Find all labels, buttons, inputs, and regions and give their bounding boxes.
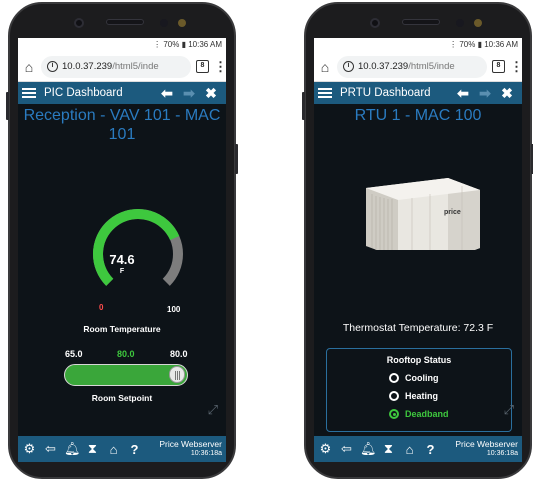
- earpiece-speaker: [402, 19, 440, 25]
- slider-handle[interactable]: [169, 366, 185, 383]
- gauge-value: 74.6: [109, 252, 135, 267]
- server-time: 10:36:18a: [486, 450, 518, 457]
- close-icon[interactable]: ✖: [496, 85, 518, 102]
- dashboard-content: Reception - VAV 101 - MAC 101 74.6 F 0 1…: [18, 104, 226, 420]
- radio-label: Heating: [405, 391, 439, 401]
- phone-left: ⋮ 70% ▮ 10:36 AM ⌂ i 10.0.37.239/html5/i…: [6, 2, 238, 479]
- phone-top-bezel: [306, 14, 530, 34]
- gear-icon[interactable]: ⚙: [318, 441, 333, 457]
- tabs-icon[interactable]: 8: [492, 60, 505, 73]
- gauge-unit: F: [119, 268, 125, 275]
- status-bar: ⋮ 70% ▮ 10:36 AM: [18, 38, 226, 52]
- radio-icon[interactable]: [389, 391, 399, 401]
- menu-icon[interactable]: ⋮: [510, 59, 522, 75]
- earpiece-speaker: [106, 19, 144, 25]
- bell-icon[interactable]: 🔔︎: [64, 441, 81, 457]
- rooftop-status-title: Rooftop Status: [386, 355, 452, 365]
- proximity-sensor: [160, 19, 168, 27]
- app-title: PIC Dashboard: [44, 87, 123, 99]
- logout-icon[interactable]: ⇦: [43, 441, 58, 457]
- setpoint-min-label: 65.0: [65, 349, 83, 359]
- setpoint-max-label: 80.0: [170, 349, 188, 359]
- bell-icon[interactable]: 🔔︎: [360, 441, 377, 457]
- logout-icon[interactable]: ⇦: [339, 441, 354, 457]
- page-title: RTU 1 - MAC 100: [354, 107, 482, 124]
- gauge-label: Room Temperature: [83, 324, 161, 334]
- temperature-gauge: [93, 209, 183, 286]
- expand-icon[interactable]: ⤢: [504, 402, 514, 418]
- home-icon[interactable]: ⌂: [106, 442, 121, 457]
- front-camera: [370, 18, 380, 28]
- front-camera: [74, 18, 84, 28]
- back-arrow-icon[interactable]: ⬅: [452, 85, 474, 102]
- url-field[interactable]: i 10.0.37.239/html5/inde: [41, 55, 191, 78]
- home-icon[interactable]: ⌂: [22, 59, 36, 75]
- help-icon[interactable]: ?: [127, 442, 142, 457]
- dashboard-content: RTU 1 - MAC 100 price Thermostat Tempera…: [314, 104, 522, 432]
- setpoint-current-label: 80.0: [117, 349, 135, 359]
- app-title: PRTU Dashboard: [340, 87, 431, 99]
- back-arrow-icon[interactable]: ⬅: [156, 85, 178, 102]
- hourglass-icon[interactable]: ⧗: [85, 441, 100, 457]
- server-name: Price Webserver: [159, 439, 222, 449]
- close-icon[interactable]: ✖: [200, 85, 222, 102]
- light-sensor: [178, 19, 186, 27]
- rooftop-unit-image: price: [352, 178, 484, 262]
- radio-icon[interactable]: [389, 409, 399, 419]
- phone-top-bezel: [10, 14, 234, 34]
- radio-option-deadband[interactable]: Deadband: [389, 409, 511, 419]
- url-field[interactable]: i 10.0.37.239/html5/inde: [337, 55, 487, 78]
- radio-icon[interactable]: [389, 373, 399, 383]
- power-button: [235, 144, 238, 174]
- gauge-min-label: 0: [99, 303, 104, 312]
- thermostat-temperature: Thermostat Temperature: 72.3 F: [342, 322, 494, 334]
- server-info: Price Webserver 10:36:18a: [455, 440, 518, 458]
- gauge-max-label: 100: [167, 305, 181, 314]
- unit-brand-logo: price: [444, 209, 461, 216]
- forward-arrow-icon[interactable]: ➡: [474, 85, 496, 102]
- home-icon[interactable]: ⌂: [402, 442, 417, 457]
- bottom-toolbar: ⚙ ⇦ 🔔︎ ⧗ ⌂ ? Price Webserver 10:36:18a: [314, 436, 522, 462]
- hamburger-menu-icon[interactable]: [22, 88, 36, 98]
- status-bar: ⋮ 70% ▮ 10:36 AM: [314, 38, 522, 52]
- bottom-toolbar: ⚙ ⇦ 🔔︎ ⧗ ⌂ ? Price Webserver 10:36:18a: [18, 436, 226, 462]
- radio-option-cooling[interactable]: Cooling: [389, 373, 511, 383]
- app-header: PRTU Dashboard ⬅ ➡ ✖: [314, 82, 522, 104]
- hourglass-icon[interactable]: ⧗: [381, 441, 396, 457]
- browser-url-bar: ⌂ i 10.0.37.239/html5/inde 8 ⋮: [314, 52, 522, 82]
- phone-screen-right: ⋮ 70% ▮ 10:36 AM ⌂ i 10.0.37.239/html5/i…: [314, 38, 522, 462]
- expand-icon[interactable]: ⤢: [208, 402, 218, 418]
- url-text: 10.0.37.239/html5/inde: [62, 61, 159, 72]
- menu-icon[interactable]: ⋮: [214, 59, 226, 75]
- phone-right: ⋮ 70% ▮ 10:36 AM ⌂ i 10.0.37.239/html5/i…: [302, 2, 533, 479]
- status-text: ⋮ 70% ▮ 10:36 AM: [153, 40, 222, 49]
- hamburger-menu-icon[interactable]: [318, 88, 332, 98]
- info-icon[interactable]: i: [343, 61, 354, 72]
- light-sensor: [474, 19, 482, 27]
- server-info: Price Webserver 10:36:18a: [159, 440, 222, 458]
- help-icon[interactable]: ?: [423, 442, 438, 457]
- home-icon[interactable]: ⌂: [318, 59, 332, 75]
- status-text: ⋮ 70% ▮ 10:36 AM: [449, 40, 518, 49]
- radio-label: Deadband: [405, 409, 449, 419]
- gear-icon[interactable]: ⚙: [22, 441, 37, 457]
- tabs-icon[interactable]: 8: [196, 60, 209, 73]
- setpoint-slider[interactable]: [64, 364, 188, 386]
- radio-option-heating[interactable]: Heating: [389, 391, 511, 401]
- server-name: Price Webserver: [455, 439, 518, 449]
- setpoint-label: Room Setpoint: [91, 393, 153, 403]
- app-header: PIC Dashboard ⬅ ➡ ✖: [18, 82, 226, 104]
- volume-button: [302, 92, 305, 120]
- volume-button: [6, 92, 9, 120]
- radio-label: Cooling: [405, 373, 439, 383]
- forward-arrow-icon[interactable]: ➡: [178, 85, 200, 102]
- browser-url-bar: ⌂ i 10.0.37.239/html5/inde 8 ⋮: [18, 52, 226, 82]
- info-icon[interactable]: i: [47, 61, 58, 72]
- phone-screen-left: ⋮ 70% ▮ 10:36 AM ⌂ i 10.0.37.239/html5/i…: [18, 38, 226, 462]
- server-time: 10:36:18a: [190, 450, 222, 457]
- proximity-sensor: [456, 19, 464, 27]
- rooftop-status-panel: Rooftop Status Cooling Heating Deadband: [326, 348, 512, 432]
- page-title: Reception - VAV 101 - MAC 101: [23, 107, 221, 143]
- url-text: 10.0.37.239/html5/inde: [358, 61, 455, 72]
